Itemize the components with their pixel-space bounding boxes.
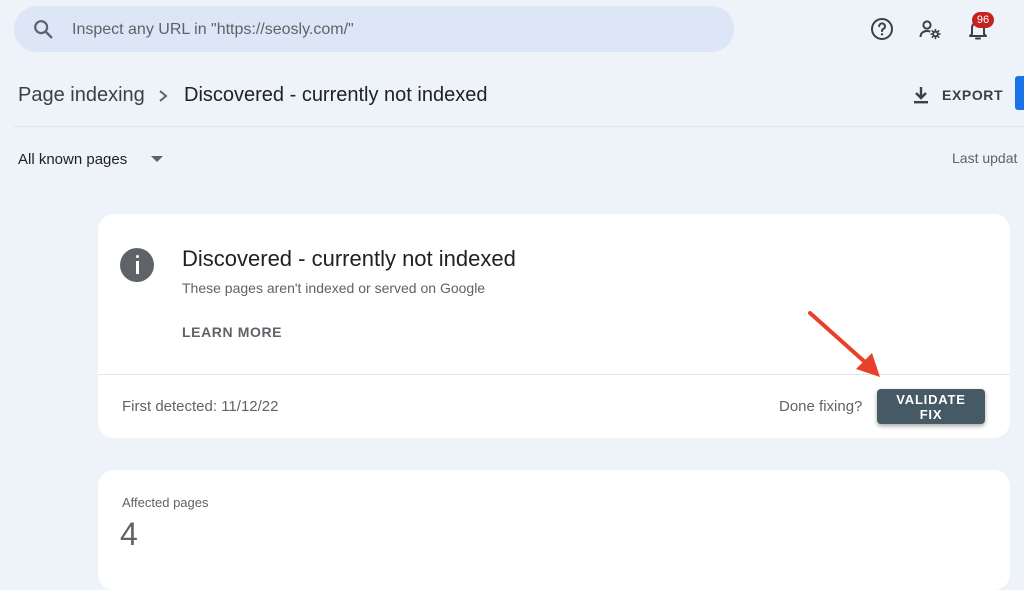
affected-pages-card: Affected pages 4: [98, 470, 1010, 590]
last-updated-text: Last updat: [952, 150, 1018, 166]
info-icon: [120, 248, 154, 282]
issue-description: These pages aren't indexed or served on …: [182, 280, 486, 296]
header-divider: [14, 126, 1024, 127]
affected-pages-count: 4: [120, 516, 138, 552]
search-input[interactable]: [70, 6, 714, 54]
validate-fix-button[interactable]: VALIDATE FIX: [877, 389, 985, 424]
filter-selected-value: All known pages: [18, 150, 128, 168]
page-title: Discovered - currently not indexed: [184, 84, 488, 106]
pages-filter-dropdown[interactable]: All known pages: [18, 148, 164, 170]
affected-pages-label: Affected pages: [122, 495, 209, 510]
breadcrumb-page-indexing[interactable]: Page indexing: [18, 84, 145, 107]
manage-users-icon[interactable]: [918, 17, 942, 41]
first-detected-text: First detected: 11/12/22: [122, 398, 279, 415]
card-divider: [98, 374, 1010, 375]
primary-action-button-edge[interactable]: [1015, 76, 1024, 110]
export-label: EXPORT: [942, 87, 1004, 103]
issue-title: Discovered - currently not indexed: [182, 246, 516, 271]
chevron-right-icon: [159, 90, 168, 102]
export-button[interactable]: EXPORT: [912, 82, 1003, 108]
done-fixing-text: Done fixing?: [779, 398, 863, 415]
search-bar[interactable]: [14, 6, 734, 54]
download-icon: [914, 87, 928, 104]
chevron-down-icon: [151, 156, 164, 162]
learn-more-link[interactable]: LEARN MORE: [182, 324, 282, 340]
issue-card: Discovered - currently not indexed These…: [98, 214, 1010, 438]
help-icon[interactable]: [870, 17, 894, 41]
search-icon: [34, 20, 53, 39]
notification-badge: 96: [972, 12, 994, 28]
